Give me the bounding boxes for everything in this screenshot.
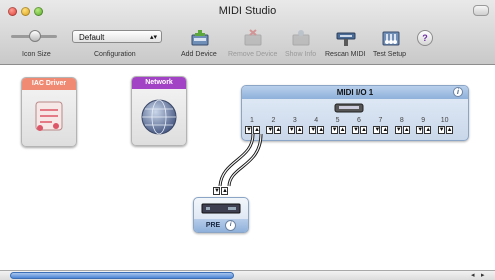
toolbar: MIDI Studio Icon Size Default ▴▾ Configu… <box>0 0 495 65</box>
port-in[interactable]: ▼ <box>287 126 295 134</box>
port-in[interactable]: ▼ <box>266 126 274 134</box>
pre-label: PRE <box>205 222 221 229</box>
scroll-left-arrow-icon[interactable]: ◂ <box>471 272 475 279</box>
port-number: 10 <box>440 117 449 124</box>
scrollbar-thumb[interactable] <box>10 272 234 279</box>
help-button[interactable]: ? <box>417 30 433 46</box>
add-device-icon[interactable] <box>189 29 211 47</box>
port-out[interactable]: ▲ <box>360 126 367 134</box>
show-info-icon[interactable] <box>290 29 312 47</box>
test-setup-label[interactable]: Test Setup <box>373 51 406 58</box>
midi-io-label: MIDI I/O 1 <box>336 88 374 97</box>
configuration-value: Default <box>79 33 105 42</box>
port-in[interactable]: ▼ <box>394 126 402 134</box>
port-out[interactable]: ▲ <box>402 126 410 134</box>
remove-device-label[interactable]: Remove Device <box>228 51 277 58</box>
configuration-select[interactable]: Default ▴▾ <box>72 30 162 43</box>
port-in[interactable]: ▼ <box>373 126 381 134</box>
toolbar-toggle-button[interactable] <box>473 5 489 16</box>
port-pair: ▼ ▲ <box>373 126 389 134</box>
port-out[interactable]: ▲ <box>317 126 325 134</box>
rescan-midi-label[interactable]: Rescan MIDI <box>325 51 365 58</box>
port-out[interactable]: ▲ <box>381 126 389 134</box>
configuration-label: Configuration <box>94 51 136 58</box>
port-out[interactable]: ▲ <box>253 126 260 134</box>
port-pair: ▼ ▲ <box>330 126 347 134</box>
add-device-label[interactable]: Add Device <box>181 51 217 58</box>
port-number: 1 <box>250 117 254 124</box>
remove-device-icon[interactable] <box>242 29 264 47</box>
iac-driver-icon <box>35 101 63 131</box>
show-info-label[interactable]: Show Info <box>285 51 316 58</box>
iac-driver-label: IAC Driver <box>22 78 76 90</box>
window-title: MIDI Studio <box>218 5 277 17</box>
horizontal-scrollbar[interactable]: ◂ ▸ <box>0 270 495 280</box>
port-number: 7 <box>378 117 383 124</box>
port-pair: ▼ ▲ <box>266 126 282 134</box>
pre-in-port[interactable]: ▼ <box>213 187 220 195</box>
port-number: 2 <box>271 117 276 124</box>
port-pair: ▼ ▲ <box>352 126 368 134</box>
port-number: 3 <box>292 117 297 124</box>
midi-studio-window: MIDI Studio Icon Size Default ▴▾ Configu… <box>0 0 495 280</box>
port-pair: ▼ ▲ <box>394 126 411 134</box>
port-in[interactable]: ▼ <box>330 126 338 134</box>
port-out[interactable]: ▲ <box>338 126 346 134</box>
scroll-right-arrow-icon[interactable]: ▸ <box>481 272 485 279</box>
network-device[interactable]: Network <box>131 76 187 146</box>
port-number: 8 <box>399 117 404 124</box>
port-number: 9 <box>421 117 426 124</box>
port-pair: ▼ ▲ <box>287 126 304 134</box>
port-out[interactable]: ▲ <box>424 126 432 134</box>
port-pair: ▼ ▲ <box>437 126 454 134</box>
pre-device-icon <box>201 203 241 214</box>
port-pair: ▼ ▲ <box>416 126 432 134</box>
port-in[interactable]: ▼ <box>309 126 317 134</box>
pre-footer: PRE i <box>194 219 248 232</box>
port-out[interactable]: ▲ <box>295 126 303 134</box>
midi-io-header: MIDI I/O 1 i <box>242 86 468 99</box>
port-out[interactable]: ▲ <box>445 126 453 134</box>
rescan-midi-icon[interactable] <box>335 29 357 47</box>
icon-size-slider-knob[interactable] <box>29 30 41 42</box>
port-in[interactable]: ▼ <box>437 126 445 134</box>
select-arrows-icon: ▴▾ <box>149 34 157 41</box>
iac-driver-device[interactable]: IAC Driver <box>21 77 77 147</box>
port-number: 5 <box>335 117 340 124</box>
icon-size-label: Icon Size <box>22 51 51 58</box>
network-label: Network <box>132 77 186 89</box>
port-out[interactable]: ▲ <box>274 126 282 134</box>
port-number: 4 <box>314 117 319 124</box>
port-number: 6 <box>357 117 361 124</box>
port-in[interactable]: ▼ <box>245 126 252 134</box>
port-pair: ▼ ▲ <box>245 126 261 134</box>
info-icon[interactable]: i <box>453 87 463 97</box>
pre-ports: ▼ ▲ <box>213 187 229 195</box>
network-globe-icon <box>141 99 177 135</box>
pre-out-port[interactable]: ▲ <box>221 187 228 195</box>
pre-device[interactable]: PRE i <box>193 197 249 233</box>
test-setup-icon[interactable] <box>380 29 402 47</box>
port-in[interactable]: ▼ <box>352 126 359 134</box>
port-in[interactable]: ▼ <box>416 126 424 134</box>
port-pair: ▼ ▲ <box>309 126 325 134</box>
midi-interface-icon <box>334 103 364 113</box>
pre-info-icon[interactable]: i <box>225 219 237 231</box>
